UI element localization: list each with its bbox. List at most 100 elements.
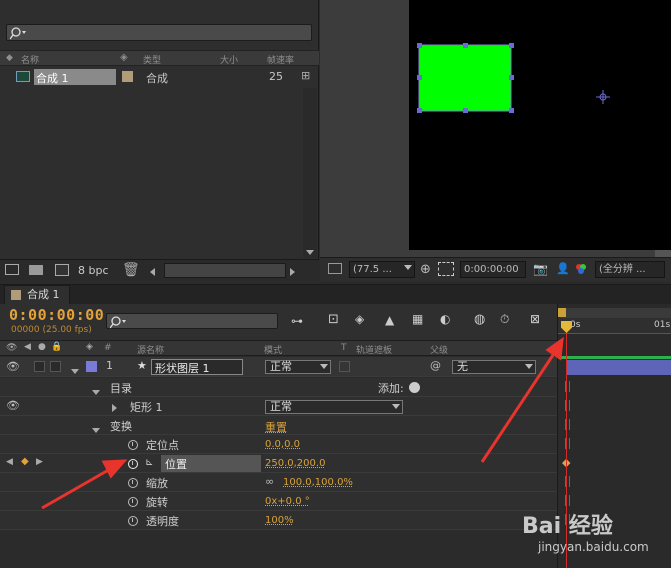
viewer-timecode[interactable]: 0:00:00:00 (460, 261, 526, 278)
frame-blending-icon[interactable]: ▦ (412, 312, 423, 326)
flowchart-icon[interactable]: ⊞ (301, 69, 310, 82)
audio-icon[interactable]: ◀ (24, 342, 31, 352)
col-source-name[interactable]: 源名称 (137, 343, 164, 356)
zoom-value: (77.5 ... (353, 264, 392, 275)
stopwatch-active-icon[interactable] (128, 459, 138, 469)
scroll-right-icon[interactable] (290, 266, 295, 279)
layer-visibility-icon[interactable]: 👁 (6, 360, 20, 373)
lock-switch[interactable] (50, 361, 61, 372)
toggle-mask-icon[interactable] (438, 262, 454, 276)
stopwatch-icon[interactable] (128, 516, 138, 526)
parent-dropdown[interactable]: 无 (452, 360, 536, 374)
col-mode[interactable]: 模式 (264, 343, 282, 356)
transform-reset-link[interactable]: 重置 (265, 419, 287, 435)
label-color-swatch[interactable] (122, 71, 133, 82)
layer-row[interactable]: 👁 1 ★ 形状图层 1 正常 @ 无 (0, 357, 557, 377)
comp-mini-flowchart-icon[interactable]: ⊶ (291, 314, 303, 328)
property-value[interactable]: 0.0,0.0 (265, 439, 300, 450)
stopwatch-icon[interactable] (128, 440, 138, 450)
graph-editor-icon[interactable]: ⊠ (530, 312, 540, 326)
viewer-scrollbar[interactable] (655, 250, 671, 257)
timeline-search-input[interactable] (106, 313, 278, 329)
rect-visibility-icon[interactable]: 👁 (6, 399, 20, 412)
resolution-dropdown[interactable]: (全分辨 ... (595, 261, 665, 278)
property-value[interactable]: 100% (265, 515, 294, 526)
show-snapshot-icon[interactable]: 👤 (556, 262, 570, 275)
work-area-start-handle[interactable] (558, 308, 566, 317)
property-row-rotation[interactable]: 旋转 0x+0.0 ° (0, 492, 557, 511)
contents-row[interactable]: 目录 添加: (0, 378, 557, 397)
channel-rgb-icon[interactable] (574, 263, 588, 278)
col-type[interactable]: 类型 (143, 53, 161, 66)
solo-switch[interactable] (34, 361, 45, 372)
scroll-left-icon[interactable] (150, 266, 155, 279)
camera-snapshot-icon[interactable]: 📷 (533, 262, 548, 276)
layer-name-field[interactable]: 形状图层 1 (151, 359, 243, 375)
col-size[interactable]: 大小 (220, 53, 238, 66)
project-search-input[interactable] (6, 24, 312, 41)
add-keyframe-icon[interactable]: ◆ (21, 456, 29, 467)
bpc-toggle[interactable]: 8 bpc (78, 264, 109, 277)
property-row-anchor[interactable]: 定位点 0.0,0.0 (0, 435, 557, 454)
horizontal-scrollbar[interactable] (164, 263, 286, 278)
layer-duration-bar[interactable] (566, 360, 671, 375)
pickwhip-icon[interactable]: @ (430, 359, 441, 372)
layer-label-color[interactable] (86, 361, 97, 372)
property-row-scale[interactable]: 缩放 ∞ 100.0,100.0% (0, 473, 557, 492)
item-fps: 25 (269, 70, 283, 83)
new-folder-icon[interactable] (29, 265, 43, 275)
video-eye-icon[interactable]: 👁 (6, 343, 17, 353)
project-item-row[interactable]: 合成 1 合成 25 ⊞ (0, 68, 319, 86)
live-update-icon[interactable]: ⊡ (328, 312, 339, 327)
property-label: 位置 (165, 458, 187, 471)
property-row-position[interactable]: ◀ ◆ ▶ ⊾ 位置 250.0,200.0 (0, 454, 557, 473)
solo-icon[interactable]: ● (38, 342, 46, 352)
rect-mode-dropdown[interactable]: 正常 (265, 400, 403, 414)
property-value[interactable]: 0x+0.0 ° (265, 496, 310, 507)
current-time-display[interactable]: 0:00:00:00 (9, 306, 104, 324)
link-constrain-icon[interactable]: ∞ (265, 475, 274, 488)
brainstorm-icon[interactable]: ◍ (474, 312, 485, 327)
time-ruler[interactable]: 0s 01s (558, 318, 671, 334)
preserve-transparency-checkbox[interactable] (339, 361, 350, 372)
property-value[interactable]: 100.0,100.0% (283, 477, 353, 488)
add-label: 添加: (378, 382, 404, 395)
prev-keyframe-icon[interactable]: ◀ (6, 457, 13, 467)
col-fps[interactable]: 帧速率 (267, 53, 294, 66)
project-scrollbar[interactable] (303, 88, 317, 258)
search-icon (110, 316, 126, 329)
property-row-opacity[interactable]: 透明度 100% (0, 511, 557, 530)
draft-3d-icon[interactable]: ◈ (355, 312, 364, 326)
scroll-down-icon[interactable] (306, 245, 314, 258)
transform-row[interactable]: 变换 重置 (0, 416, 557, 435)
new-composition-icon[interactable] (55, 264, 69, 276)
add-play-icon[interactable] (409, 382, 420, 393)
rect-group-row[interactable]: 👁 矩形 1 正常 (0, 397, 557, 416)
viewer-canvas[interactable] (409, 0, 671, 250)
layer-mode-dropdown[interactable]: 正常 (265, 360, 331, 374)
stopwatch-icon[interactable] (128, 478, 138, 488)
trash-icon[interactable]: 🗑 (122, 262, 140, 278)
safe-margins-icon[interactable]: ⊕ (420, 262, 431, 277)
viewer-toolbar: (77.5 ... ⊕ 0:00:00:00 📷 👤 (全分辨 ... (320, 257, 671, 281)
expand-layer-icon[interactable] (71, 364, 79, 377)
motion-blur-icon[interactable]: ◐ (440, 312, 450, 326)
col-parent[interactable]: 父级 (430, 343, 448, 356)
always-preview-icon[interactable] (328, 263, 342, 274)
auto-keyframe-icon[interactable]: ⏱ (500, 312, 509, 327)
work-area-bar[interactable] (560, 308, 671, 318)
property-value[interactable]: 250.0,200.0 (265, 458, 325, 469)
next-keyframe-icon[interactable]: ▶ (36, 457, 43, 467)
expand-rect-icon[interactable] (112, 402, 117, 415)
interpret-footage-icon[interactable] (5, 264, 19, 275)
tab-composition[interactable]: 合成 1 (4, 285, 70, 304)
hide-shy-layers-icon[interactable]: ▲ (385, 313, 394, 327)
project-toolbar: 8 bpc 🗑 (0, 259, 319, 281)
stopwatch-icon[interactable] (128, 497, 138, 507)
col-trkmat[interactable]: 轨道遮板 (356, 343, 392, 356)
lock-icon[interactable]: 🔒 (51, 342, 62, 352)
col-name[interactable]: 名称 (21, 53, 39, 66)
shape-layer-preview[interactable] (409, 0, 671, 250)
zoom-dropdown[interactable]: (77.5 ... (349, 261, 415, 278)
graph-icon[interactable]: ⊾ (145, 457, 153, 468)
